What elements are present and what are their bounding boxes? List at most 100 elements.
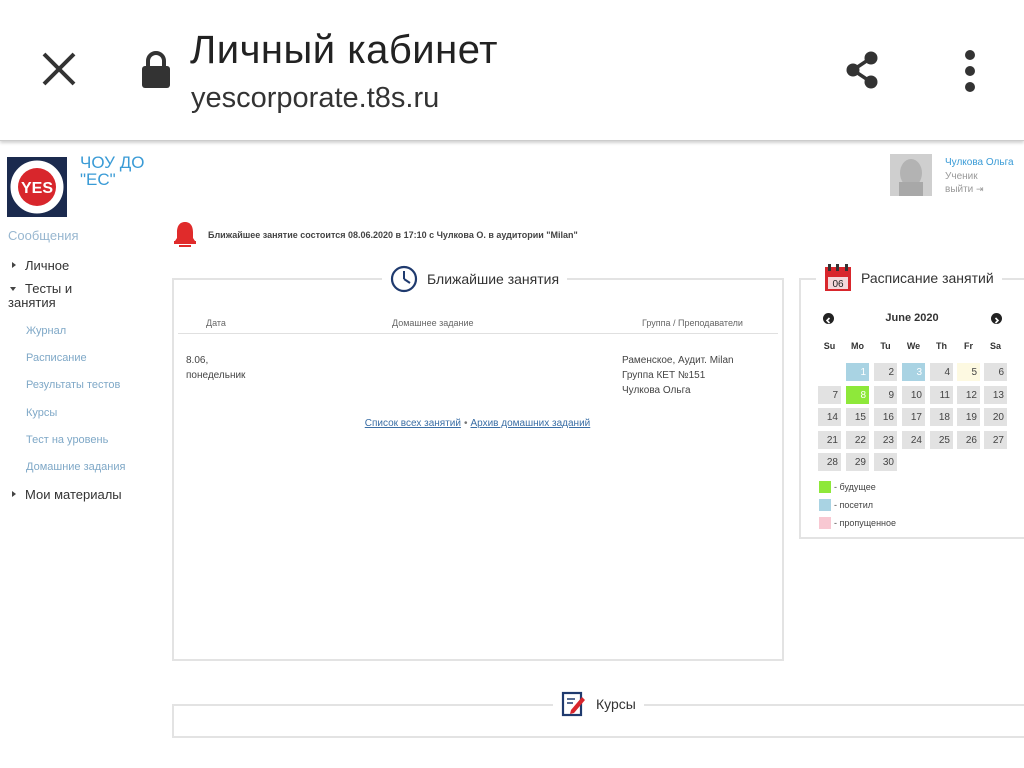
user-name[interactable]: Чулкова Ольга bbox=[945, 157, 1014, 168]
sidebar-subitem-level-test[interactable]: Тест на уровень bbox=[26, 434, 108, 446]
lessons-links: Список всех занятий • Архив домашних задан… bbox=[172, 418, 783, 429]
courses-title: Курсы bbox=[553, 690, 644, 718]
calendar-day[interactable]: 25 bbox=[929, 430, 954, 450]
user-silhouette-icon bbox=[899, 159, 923, 196]
sidebar-item-materials[interactable]: Мои материалы bbox=[25, 487, 122, 502]
sidebar-subitem-journal[interactable]: Журнал bbox=[26, 325, 66, 337]
lesson-date-line1: 8.06, bbox=[186, 355, 209, 366]
calendar-day[interactable]: 26 bbox=[956, 430, 981, 450]
lesson-group-line3: Чулкова Ольга bbox=[622, 385, 691, 396]
calendar-day[interactable]: 5 bbox=[956, 362, 981, 382]
calendar-day[interactable]: 2 bbox=[873, 362, 898, 382]
legend-missed-swatch bbox=[819, 517, 831, 529]
browser-toolbar: Личный кабинет yescorporate.t8s.ru bbox=[0, 0, 1024, 141]
col-group-header: Группа / Преподаватели bbox=[642, 318, 743, 328]
calendar-day[interactable]: 22 bbox=[845, 430, 870, 450]
caret-right-icon bbox=[12, 491, 16, 497]
caret-right-icon bbox=[12, 262, 16, 268]
sidebar-subitem-schedule[interactable]: Расписание bbox=[26, 352, 87, 364]
calendar-day[interactable]: 4 bbox=[929, 362, 954, 382]
table-divider bbox=[178, 333, 778, 334]
user-role: Ученик bbox=[945, 171, 978, 182]
col-date-header: Дата bbox=[206, 318, 226, 328]
calendar-day[interactable]: 16 bbox=[873, 407, 898, 427]
calendar-month: June 2020 bbox=[885, 312, 939, 324]
calendar-weekday: We bbox=[906, 341, 921, 351]
next-month-button[interactable] bbox=[991, 313, 1002, 324]
calendar-day[interactable]: 9 bbox=[873, 385, 898, 405]
separator-dot: • bbox=[463, 418, 468, 429]
lock-icon bbox=[142, 51, 170, 88]
sidebar-subitem-courses[interactable]: Курсы bbox=[26, 407, 57, 419]
calendar-day[interactable]: 29 bbox=[845, 452, 870, 472]
calendar-day[interactable]: 20 bbox=[983, 407, 1008, 427]
legend-missed-label: - пропущенное bbox=[834, 518, 897, 528]
calendar-day[interactable]: 15 bbox=[845, 407, 870, 427]
sidebar-item-tests[interactable]: Тесты и занятия bbox=[8, 282, 88, 310]
calendar-day[interactable]: 27 bbox=[983, 430, 1008, 450]
schedule-title: 06 Расписание занятий bbox=[816, 264, 1002, 292]
org-name[interactable]: ЧОУ ДО "ЕС" bbox=[80, 154, 170, 188]
calendar-weekday: Tu bbox=[880, 341, 891, 351]
prev-month-button[interactable] bbox=[823, 313, 834, 324]
all-lessons-link[interactable]: Список всех занятий bbox=[365, 418, 461, 429]
col-homework-header: Домашнее задание bbox=[392, 318, 474, 328]
courses-title-text: Курсы bbox=[596, 696, 636, 712]
clock-icon bbox=[390, 265, 418, 293]
lesson-group: Раменское, Аудит. Milan Группа КЕТ №151 … bbox=[622, 353, 734, 398]
logout-icon: ⇥ bbox=[976, 184, 984, 194]
calendar-day[interactable]: 7 bbox=[817, 385, 842, 405]
calendar-day[interactable]: 28 bbox=[817, 452, 842, 472]
calendar-icon: 06 bbox=[825, 264, 851, 291]
calendar-day[interactable]: 24 bbox=[901, 430, 926, 450]
sidebar-messages[interactable]: Сообщения bbox=[8, 228, 79, 243]
calendar-day[interactable]: 23 bbox=[873, 430, 898, 450]
calendar-weekday: Mo bbox=[851, 341, 864, 351]
sidebar-subitem-homework[interactable]: Домашние задания bbox=[26, 461, 125, 473]
schedule-title-text: Расписание занятий bbox=[861, 270, 994, 286]
sidebar-subitem-test-results[interactable]: Результаты тестов bbox=[26, 379, 120, 391]
calendar-day[interactable]: 19 bbox=[956, 407, 981, 427]
calendar-weekday: Sa bbox=[989, 341, 1001, 351]
calendar-day[interactable]: 21 bbox=[817, 430, 842, 450]
calendar-weekday: Th bbox=[936, 341, 947, 351]
calendar-day[interactable]: 30 bbox=[873, 452, 898, 472]
legend-visited-swatch bbox=[819, 499, 831, 511]
calendar-day[interactable]: 12 bbox=[956, 385, 981, 405]
calendar-day[interactable]: 1 bbox=[845, 362, 870, 382]
calendar-weekday: Su bbox=[823, 341, 836, 351]
more-vert-icon[interactable] bbox=[960, 48, 980, 94]
sidebar-item-personal[interactable]: Личное bbox=[25, 258, 69, 273]
lesson-date: 8.06, понедельник bbox=[186, 353, 245, 383]
chevron-left-icon bbox=[825, 317, 831, 324]
calendar-day[interactable]: 10 bbox=[901, 385, 926, 405]
legend-future-label: - будущее bbox=[834, 482, 876, 492]
avatar[interactable] bbox=[890, 154, 932, 196]
calendar-day[interactable]: 3 bbox=[901, 362, 926, 382]
logout-label: выйти bbox=[945, 184, 974, 195]
edit-document-icon bbox=[561, 691, 585, 717]
logout-link[interactable]: выйти ⇥ bbox=[945, 184, 984, 195]
upcoming-lessons-title: Ближайшие занятия bbox=[382, 265, 568, 293]
calendar-day[interactable]: 18 bbox=[929, 407, 954, 427]
browser-page-title: Личный кабинет bbox=[190, 28, 498, 72]
lesson-group-line1: Раменское, Аудит. Milan bbox=[622, 355, 734, 366]
school-logo[interactable]: YES bbox=[7, 157, 67, 217]
share-icon[interactable] bbox=[844, 50, 882, 90]
calendar-day[interactable]: 6 bbox=[983, 362, 1008, 382]
calendar-day[interactable]: 14 bbox=[817, 407, 842, 427]
calendar-day[interactable]: 11 bbox=[929, 385, 954, 405]
calendar-day[interactable]: 13 bbox=[983, 385, 1008, 405]
close-icon[interactable] bbox=[40, 50, 82, 92]
homework-archive-link[interactable]: Архив домашних заданий bbox=[470, 418, 590, 429]
upcoming-lessons-panel bbox=[172, 278, 784, 661]
calendar-icon-day: 06 bbox=[832, 279, 844, 290]
browser-url[interactable]: yescorporate.t8s.ru bbox=[191, 82, 439, 115]
calendar-day[interactable]: 8 bbox=[845, 385, 870, 405]
legend-visited-label: - посетил bbox=[834, 500, 873, 510]
calendar-day[interactable]: 17 bbox=[901, 407, 926, 427]
lesson-group-line2: Группа КЕТ №151 bbox=[622, 370, 706, 381]
svg-text:YES: YES bbox=[21, 180, 53, 197]
next-lesson-notice: Ближайшее занятие состоится 08.06.2020 в… bbox=[208, 230, 578, 240]
calendar-weekday: Fr bbox=[964, 341, 973, 351]
